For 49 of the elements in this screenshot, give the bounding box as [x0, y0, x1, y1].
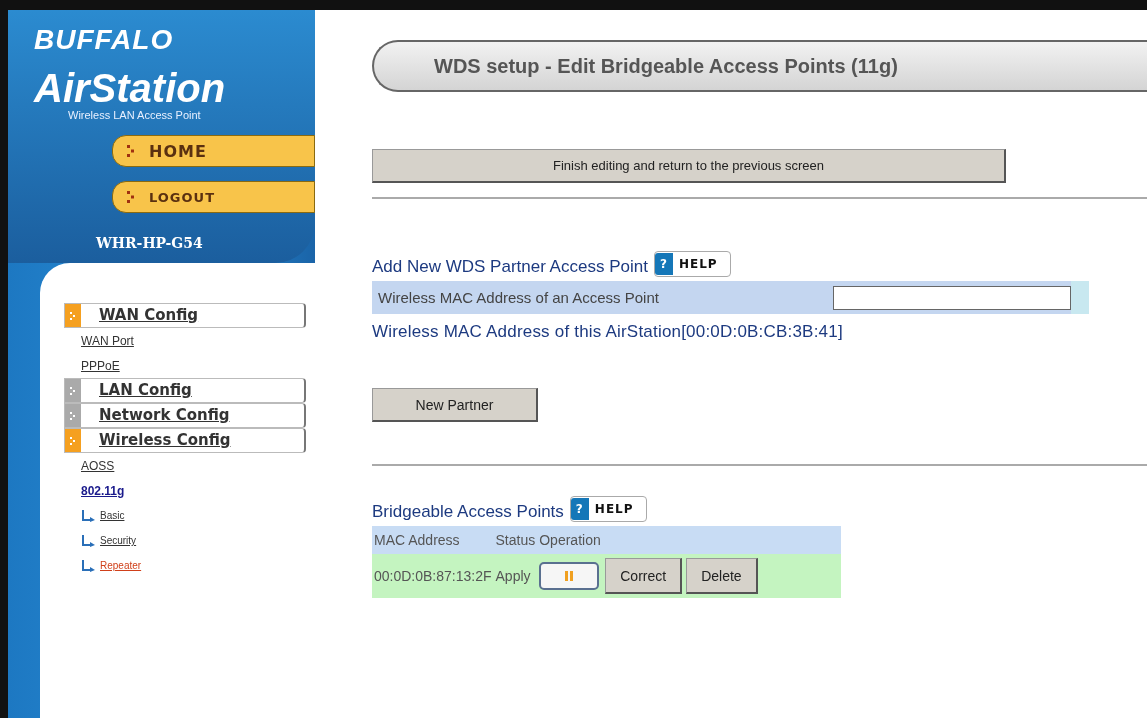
help-label: HELP — [678, 257, 718, 271]
brand-logo: BUFFALO — [34, 24, 174, 56]
nav-section[interactable]: LAN Config — [64, 378, 306, 403]
help-button[interactable]: ? HELP — [569, 496, 647, 522]
question-icon: ? — [654, 253, 673, 275]
section-marker-icon — [65, 404, 81, 427]
help-button[interactable]: ? HELP — [653, 251, 731, 277]
branch-icon — [81, 509, 97, 522]
arrow-icon — [127, 145, 135, 157]
nav-link[interactable]: Repeater — [100, 560, 142, 571]
nav-link[interactable]: 802.11g — [81, 483, 125, 498]
column-header: Operation — [537, 526, 842, 554]
tagline: Wireless LAN Access Point — [68, 109, 201, 121]
pause-button[interactable] — [539, 562, 600, 590]
help-label: HELP — [594, 502, 634, 516]
section-marker-icon — [65, 379, 81, 402]
mac-input-field[interactable] — [833, 285, 1071, 310]
section-heading: Add New WDS Partner Access Point — [372, 257, 648, 277]
row-action-button[interactable]: Correct — [605, 558, 683, 594]
nav-section[interactable]: Wireless Config — [64, 428, 306, 453]
nav-link[interactable]: AOSS — [81, 458, 115, 473]
row-action-button[interactable]: Delete — [686, 558, 758, 594]
arrow-icon — [127, 191, 135, 203]
question-icon: ? — [570, 498, 589, 520]
section-marker-icon — [65, 304, 81, 327]
model-name: WHR-HP-G54 — [96, 235, 203, 251]
new-partner-button[interactable]: New Partner — [372, 388, 538, 422]
table-cell: Apply — [493, 554, 538, 598]
nav-section[interactable]: Network Config — [64, 403, 306, 428]
field-label: Wireless MAC Address of an Access Point — [377, 289, 660, 306]
nav-link[interactable]: Security — [100, 535, 137, 546]
branch-icon — [81, 559, 97, 572]
product-name: AirStation — [34, 68, 226, 108]
nav-section[interactable]: WAN Config — [64, 303, 306, 328]
pause-icon — [563, 570, 576, 582]
section-marker-icon — [65, 429, 81, 452]
nav-link[interactable]: WAN Port — [81, 333, 134, 348]
column-header: Status — [493, 526, 538, 554]
nav-link[interactable]: Basic — [100, 510, 125, 521]
nav-link[interactable]: PPPoE — [81, 358, 120, 373]
nav-button[interactable]: HOME — [112, 135, 315, 167]
own-mac-address: Wireless MAC Address of this AirStation[00:0D:0B:CB:3B:41] — [372, 322, 843, 342]
column-header: MAC Address — [372, 526, 494, 554]
nav-button[interactable]: LOGOUT — [112, 181, 315, 213]
finish-button[interactable]: Finish editing and return to the previous screen — [372, 149, 1006, 183]
page-title: WDS setup - Edit Bridgeable Access Points (11g) — [372, 40, 1147, 92]
branch-icon — [81, 534, 97, 547]
section-heading: Bridgeable Access Points — [372, 502, 564, 522]
table-cell: 00:0D:0B:87:13:2F — [372, 554, 494, 598]
